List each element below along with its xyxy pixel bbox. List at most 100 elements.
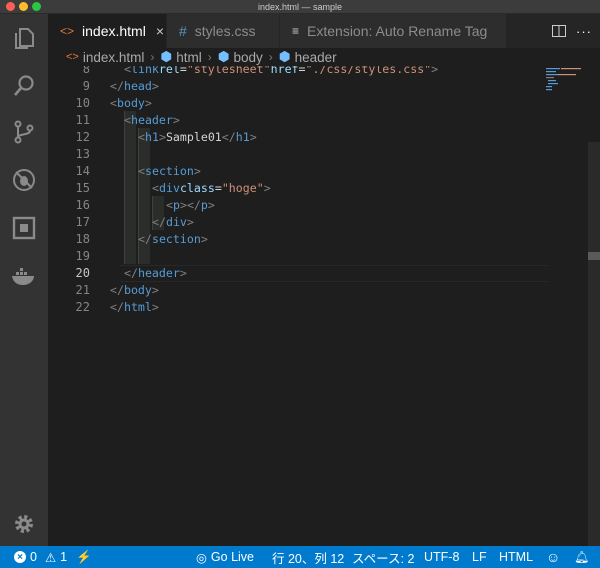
minimize-window-button[interactable]: [19, 2, 28, 11]
tab-label: index.html: [82, 23, 146, 39]
code-line[interactable]: 18 </section >: [48, 230, 548, 247]
breadcrumb-label: html: [176, 49, 202, 65]
breadcrumb-item-html[interactable]: ⬢ html: [160, 49, 201, 65]
element-icon: ⬢: [278, 49, 291, 64]
tab-extension-auto-rename-tag[interactable]: ≡ Extension: Auto Rename Tag: [280, 14, 507, 48]
eol-label: LF: [472, 550, 487, 564]
code-line[interactable]: 20 </header >: [48, 264, 548, 281]
close-window-button[interactable]: [6, 2, 15, 11]
tab-label: styles.css: [194, 23, 256, 39]
line-code: < div class = "hoge" >: [152, 180, 271, 195]
line-code: < header >: [124, 112, 180, 127]
title-bar: index.html — sample: [0, 0, 600, 14]
problems-indicator[interactable]: × 0 ⚠ 1: [14, 546, 67, 568]
notifications-button[interactable]: 🔔︎: [574, 546, 589, 568]
code-line[interactable]: 8 < link rel = "stylesheet" href = "./css/styl…: [48, 66, 548, 77]
breadcrumb-item-header[interactable]: ⬢ header: [279, 49, 337, 65]
source-control-icon: [14, 120, 34, 144]
breadcrumb-separator: ›: [207, 50, 212, 64]
files-icon: [15, 28, 34, 49]
tab-index-html[interactable]: <> index.html ×: [48, 14, 167, 48]
code-line[interactable]: 13: [48, 145, 548, 162]
encoding-label: UTF-8: [424, 550, 460, 564]
tab-label: Extension: Auto Rename Tag: [307, 23, 488, 39]
line-number: 15: [75, 180, 90, 195]
search-icon: [14, 75, 34, 96]
tab-styles-css[interactable]: # styles.css: [167, 14, 280, 48]
smiley-icon: ☺: [546, 549, 561, 565]
line-number: 10: [75, 95, 90, 110]
lightning-button[interactable]: ⚡: [76, 546, 92, 568]
breadcrumb-label: header: [294, 49, 337, 65]
editor-actions: ···: [552, 14, 592, 48]
search-button[interactable]: [0, 66, 48, 106]
line-number: 12: [75, 129, 90, 144]
code-line[interactable]: 14 < section >: [48, 162, 548, 179]
indentation-selector[interactable]: スペース: 2: [352, 546, 414, 568]
docker-button[interactable]: [0, 256, 48, 296]
cursor-position-label: 行 20、列 12: [272, 551, 345, 566]
breadcrumb-separator: ›: [268, 50, 273, 64]
line-code: </div >: [152, 214, 194, 229]
code-line[interactable]: 11 < header >: [48, 111, 548, 128]
extension-preview-icon: ≡: [292, 24, 300, 38]
tab-bar: <> index.html × # styles.css ≡ Extension…: [48, 14, 600, 48]
debug-icon: [13, 169, 35, 191]
feedback-button[interactable]: ☺: [546, 546, 560, 568]
zoom-window-button[interactable]: [32, 2, 41, 11]
status-bar: × 0 ⚠ 1 ⚡ ◎ Go Live 行 20、列 12 スペース: 2 UT…: [0, 546, 600, 568]
breadcrumb-label: body: [233, 49, 263, 65]
breadcrumb-label: index.html: [82, 49, 145, 65]
code-line[interactable]: 22 </html >: [48, 298, 548, 315]
line-code: </header >: [124, 265, 187, 280]
minimap[interactable]: [546, 66, 586, 96]
line-code: < body >: [110, 95, 152, 110]
code-line[interactable]: 9 </head >: [48, 77, 548, 94]
element-icon: ⬢: [160, 49, 173, 64]
line-code: < section >: [138, 163, 201, 178]
explorer-button[interactable]: [0, 18, 48, 58]
code-editor[interactable]: 8 < link rel = "stylesheet" href = "./css/styl…: [48, 66, 600, 546]
code-line[interactable]: 21 </body >: [48, 281, 548, 298]
window-title: index.html — sample: [257, 1, 343, 12]
debug-button[interactable]: [0, 160, 48, 200]
line-number: 16: [75, 197, 90, 212]
css-file-icon: #: [179, 23, 187, 39]
extensions-icon: [12, 216, 36, 240]
split-editor-icon[interactable]: [552, 25, 566, 37]
lightning-icon: ⚡: [76, 549, 92, 564]
code-line[interactable]: 16 < p > </p >: [48, 196, 548, 213]
line-code: < p > </p >: [166, 197, 215, 212]
line-number: 11: [75, 112, 90, 127]
manage-button[interactable]: [0, 504, 48, 544]
html-file-icon: <>: [66, 51, 79, 63]
code-line[interactable]: 10 < body >: [48, 94, 548, 111]
breadcrumb-item-body[interactable]: ⬢ body: [218, 49, 263, 65]
eol-selector[interactable]: LF: [472, 546, 487, 568]
code-line[interactable]: 12 < h1 > Sample01 </h1 >: [48, 128, 548, 145]
activity-bar: [0, 14, 48, 546]
extensions-button[interactable]: [0, 208, 48, 248]
line-number: 13: [75, 146, 90, 161]
code-line[interactable]: 15 < div class = "hoge" >: [48, 179, 548, 196]
code-line[interactable]: 19: [48, 247, 548, 264]
line-number: 19: [75, 248, 90, 263]
code-line[interactable]: 17 </div >: [48, 213, 548, 230]
line-code: < link rel = "stylesheet" href = "./css/style…: [124, 66, 439, 76]
go-live-button[interactable]: ◎ Go Live: [196, 546, 254, 568]
breadcrumb-separator: ›: [150, 50, 155, 64]
line-number: 8: [82, 66, 90, 76]
language-label: HTML: [499, 550, 534, 564]
line-number: 21: [75, 282, 90, 297]
scrollbar-cursor-marker: [588, 252, 600, 260]
line-code: < h1 > Sample01 </h1 >: [138, 129, 257, 144]
editor-scrollbar[interactable]: [588, 142, 600, 546]
error-icon: ×: [14, 551, 26, 563]
cursor-position[interactable]: 行 20、列 12: [272, 546, 344, 568]
encoding-selector[interactable]: UTF-8: [424, 546, 459, 568]
source-control-button[interactable]: [0, 112, 48, 152]
more-actions-icon[interactable]: ···: [576, 24, 592, 39]
breadcrumb-item-file[interactable]: <> index.html: [66, 50, 144, 65]
language-mode-selector[interactable]: HTML: [499, 546, 533, 568]
close-tab-icon[interactable]: ×: [156, 23, 164, 39]
